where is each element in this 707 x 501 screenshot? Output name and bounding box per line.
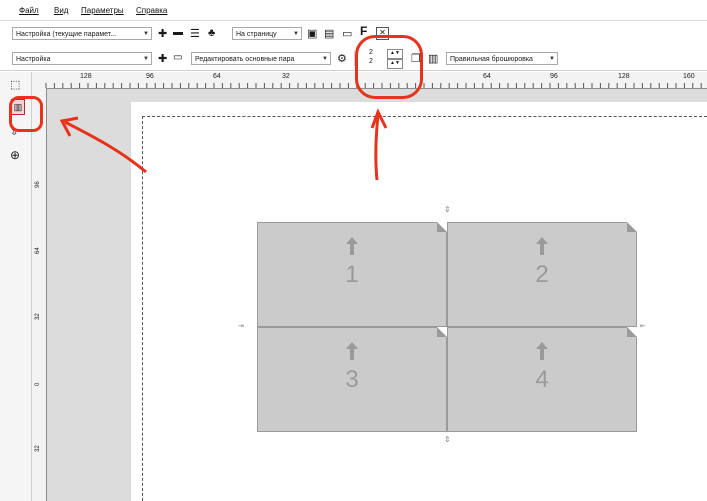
menu-params[interactable]: Параметры bbox=[81, 6, 124, 15]
page-fold-corner bbox=[437, 222, 447, 232]
film-icon[interactable]: ▭ bbox=[342, 27, 355, 40]
page-fold-corner bbox=[627, 327, 637, 337]
preset-combo-2[interactable]: Настройка ▼ bbox=[12, 52, 152, 65]
page-number: 3 bbox=[345, 366, 359, 393]
add-preset-icon[interactable]: ✚ bbox=[158, 27, 171, 40]
monitor-icon[interactable]: ▣ bbox=[307, 27, 320, 40]
layout-list-icon[interactable]: ☰ bbox=[190, 27, 203, 40]
arrow-up-icon bbox=[346, 342, 358, 360]
ruler-label: 0 bbox=[35, 382, 41, 386]
arrow-up-icon bbox=[346, 237, 358, 255]
arrow-up-icon bbox=[536, 237, 548, 255]
toolbox: ⬚ ▥ ⇳ ⊕ bbox=[0, 72, 32, 501]
booklet-icon[interactable]: ▥ bbox=[428, 52, 441, 65]
preset-combo-value: Настройка (текущие парамет... bbox=[16, 31, 117, 38]
binding-combo[interactable]: Правильная брошюровка ▼ bbox=[446, 52, 558, 65]
users-icon[interactable]: ♣ bbox=[208, 27, 221, 40]
ruler-label: 96 bbox=[35, 181, 41, 188]
menu-file[interactable]: Файл bbox=[19, 6, 39, 15]
chevron-down-icon: ▼ bbox=[549, 56, 555, 62]
ruler-label: 32 bbox=[35, 445, 41, 452]
paste-icon[interactable]: ▤ bbox=[324, 27, 337, 40]
page-fold-corner bbox=[437, 327, 447, 337]
chevron-down-icon: ▼ bbox=[143, 31, 149, 37]
preset-combo[interactable]: Настройка (текущие парамет... ▼ bbox=[12, 27, 152, 40]
page-panel[interactable]: 2 bbox=[447, 222, 637, 327]
ruler-label: 64 bbox=[35, 247, 41, 254]
remove-preset-icon[interactable]: ▭ bbox=[173, 52, 186, 65]
chevron-down-icon: ▼ bbox=[293, 31, 299, 37]
gutter-handle-bottom-icon[interactable]: ⇕ bbox=[444, 435, 451, 444]
ruler-label: 32 bbox=[35, 313, 41, 320]
property-bar-top: Настройка (текущие парамет... ▼ ✚ ▬ ☰ ♣ … bbox=[0, 22, 707, 45]
menu-view[interactable]: Вид bbox=[54, 6, 68, 15]
page-panel[interactable]: 4 bbox=[447, 327, 637, 432]
pick-tool-icon[interactable]: ⬚ bbox=[10, 78, 23, 91]
binding-combo-value: Правильная брошюровка bbox=[450, 56, 533, 63]
gutter-handle-right-icon[interactable]: ⇤ bbox=[640, 322, 646, 330]
arrow-up-icon bbox=[536, 342, 548, 360]
chevron-down-icon: ▼ bbox=[143, 56, 149, 62]
gutter-handle-left-icon[interactable]: ⇥ bbox=[238, 322, 244, 330]
zoom-combo[interactable]: На страницу ▼ bbox=[232, 27, 302, 40]
annotation-circle-spinners bbox=[355, 35, 423, 99]
gear-icon[interactable]: ⚙ bbox=[337, 52, 350, 65]
preset-combo-2-value: Настройка bbox=[16, 56, 51, 63]
edit-mode-combo[interactable]: Редактировать основные пара ▼ bbox=[191, 52, 331, 65]
zoom-tool-icon[interactable]: ⊕ bbox=[10, 148, 23, 162]
annotation-circle-tool bbox=[9, 96, 43, 132]
page-panel[interactable]: 3 bbox=[257, 327, 447, 432]
add-preset-icon[interactable]: ✚ bbox=[158, 52, 171, 65]
property-bar-bottom: Настройка ▼ ✚ ▭ Редактировать основные п… bbox=[0, 47, 707, 71]
chevron-down-icon: ▼ bbox=[322, 56, 328, 62]
gutter-handle-top-icon[interactable]: ⇕ bbox=[444, 205, 451, 214]
zoom-combo-value: На страницу bbox=[236, 31, 277, 38]
menu-help[interactable]: Справка bbox=[136, 6, 167, 15]
vertical-ruler: 96 64 32 0 32 bbox=[32, 88, 47, 501]
edit-mode-combo-value: Редактировать основные пара bbox=[195, 56, 295, 63]
page-number: 4 bbox=[535, 366, 549, 393]
page-panel[interactable]: 1 bbox=[257, 222, 447, 327]
page-number: 1 bbox=[345, 261, 359, 288]
menu-bar: Файл Вид Параметры Справка bbox=[0, 0, 707, 21]
page-number: 2 bbox=[535, 261, 549, 288]
page-fold-corner bbox=[627, 222, 637, 232]
remove-preset-icon[interactable]: ▬ bbox=[173, 27, 186, 40]
